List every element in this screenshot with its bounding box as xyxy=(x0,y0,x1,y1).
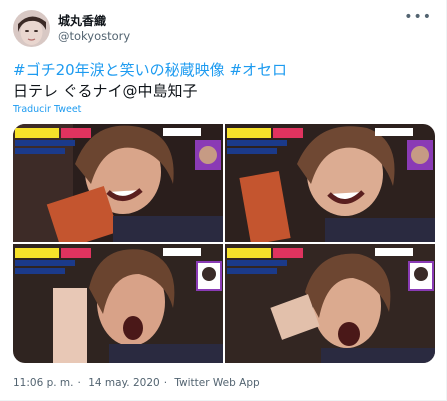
separator-dot: · xyxy=(163,377,168,389)
tweet-metadata: 11:06 p. m. · 14 may. 2020 · Twitter Web A… xyxy=(13,377,264,389)
tweet-text-line-1: #ゴチ20年涙と笑いの秘蔵映像 #オセロ xyxy=(13,59,287,80)
tweet-time[interactable]: 11:06 p. m. xyxy=(13,377,74,389)
translate-tweet-link[interactable]: Traducir Tweet xyxy=(13,104,81,115)
media-photo-4[interactable] xyxy=(225,244,435,363)
hashtag-link[interactable]: #ゴチ20年涙と笑いの秘蔵映像 xyxy=(13,61,225,79)
hashtag-link[interactable]: #オセロ xyxy=(229,61,287,79)
separator-dot: · xyxy=(77,377,81,389)
tweet-date[interactable]: 14 may. 2020 xyxy=(88,377,159,389)
more-options-icon[interactable]: ••• xyxy=(404,9,432,25)
photo-still-4 xyxy=(225,244,435,363)
author-display-name[interactable]: 城丸香織 xyxy=(58,12,106,29)
avatar[interactable] xyxy=(13,10,50,47)
photo-still-1 xyxy=(13,124,223,242)
tweet-source-link[interactable]: Twitter Web App xyxy=(174,377,259,389)
tweet-card: 城丸香織 @tokyostory ••• #ゴチ20年涙と笑いの秘蔵映像 #オセ… xyxy=(0,0,447,401)
media-photo-2[interactable] xyxy=(225,124,435,242)
author-handle[interactable]: @tokyostory xyxy=(58,29,130,43)
tweet-text-line-2: 日テレ ぐるナイ@中島知子 xyxy=(13,82,198,100)
photo-still-3 xyxy=(13,244,223,363)
media-photo-1[interactable] xyxy=(13,124,223,242)
media-grid xyxy=(13,124,435,363)
avatar-image xyxy=(13,10,50,47)
photo-still-2 xyxy=(225,124,435,242)
media-photo-3[interactable] xyxy=(13,244,223,363)
